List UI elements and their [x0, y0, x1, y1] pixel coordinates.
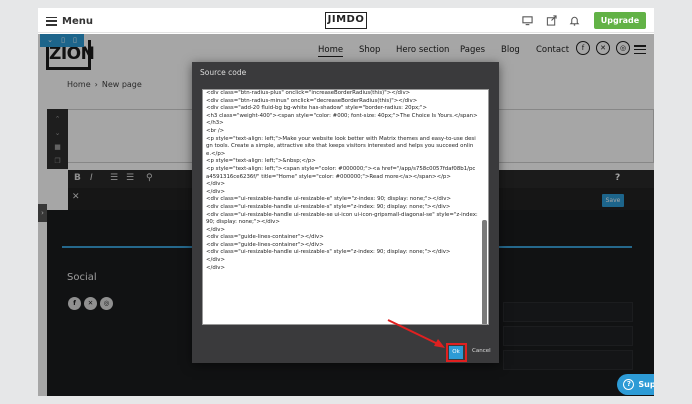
code-content: <div class="btn-radius-plus" onclick="in… — [206, 90, 478, 272]
code-line: <p style="text-align: left;">Make your w… — [206, 135, 476, 157]
source-code-textarea[interactable]: <div class="btn-radius-plus" onclick="in… — [202, 89, 489, 325]
code-line: <h3 class="weight-400"><span style="colo… — [206, 112, 478, 127]
code-line: <div class="ui-resizable-handle ui-resiz… — [206, 211, 478, 226]
code-line: </div> — [206, 264, 225, 271]
monitor-icon[interactable] — [522, 15, 533, 26]
code-line: </div> — [206, 257, 225, 264]
top-bar: Menu JIMDO Upgrade — [38, 8, 654, 33]
code-line: <div class="btn-radius-minus" onclick="d… — [206, 97, 418, 104]
code-line: </div> — [206, 226, 225, 233]
ok-button-highlight — [446, 343, 467, 362]
code-line: <div class="btn-radius-plus" onclick="in… — [206, 90, 411, 96]
code-line: </div> — [206, 188, 225, 195]
hamburger-icon — [46, 16, 57, 26]
menu-label: Menu — [62, 15, 93, 27]
code-line: <p style="text-align: left;">&nbsp;</p> — [206, 158, 316, 165]
scrollbar[interactable] — [482, 220, 487, 324]
code-line: <div class="guide-lines-container"></div… — [206, 241, 324, 248]
code-line: <div class="guide-lines-container"></div… — [206, 234, 324, 241]
code-line: <br /> — [206, 127, 225, 134]
share-icon[interactable] — [546, 15, 557, 26]
source-code-dialog: Source code <div class="btn-radius-plus"… — [192, 62, 499, 363]
code-line: <div class="ui-resizable-handle ui-resiz… — [206, 196, 451, 203]
jimdo-logo[interactable]: JIMDO — [325, 12, 367, 29]
support-button[interactable]: ? Support — [617, 374, 654, 395]
cancel-button[interactable]: Cancel — [472, 348, 491, 354]
code-line: </div> — [206, 181, 225, 188]
bell-icon[interactable] — [569, 15, 580, 26]
dialog-title: Source code — [200, 68, 247, 77]
code-line: <div class="add-20 fluid-bg bg-white has… — [206, 105, 427, 112]
code-line: <div class="ui-resizable-handle ui-resiz… — [206, 203, 451, 210]
code-line: <div class="ui-resizable-handle ui-resiz… — [206, 249, 451, 256]
support-label: Support — [638, 380, 654, 389]
upgrade-button[interactable]: Upgrade — [594, 12, 646, 29]
code-line: <p style="text-align: left;"><span style… — [206, 165, 476, 180]
menu-button[interactable]: Menu — [46, 13, 93, 29]
help-circle-icon: ? — [623, 379, 635, 390]
